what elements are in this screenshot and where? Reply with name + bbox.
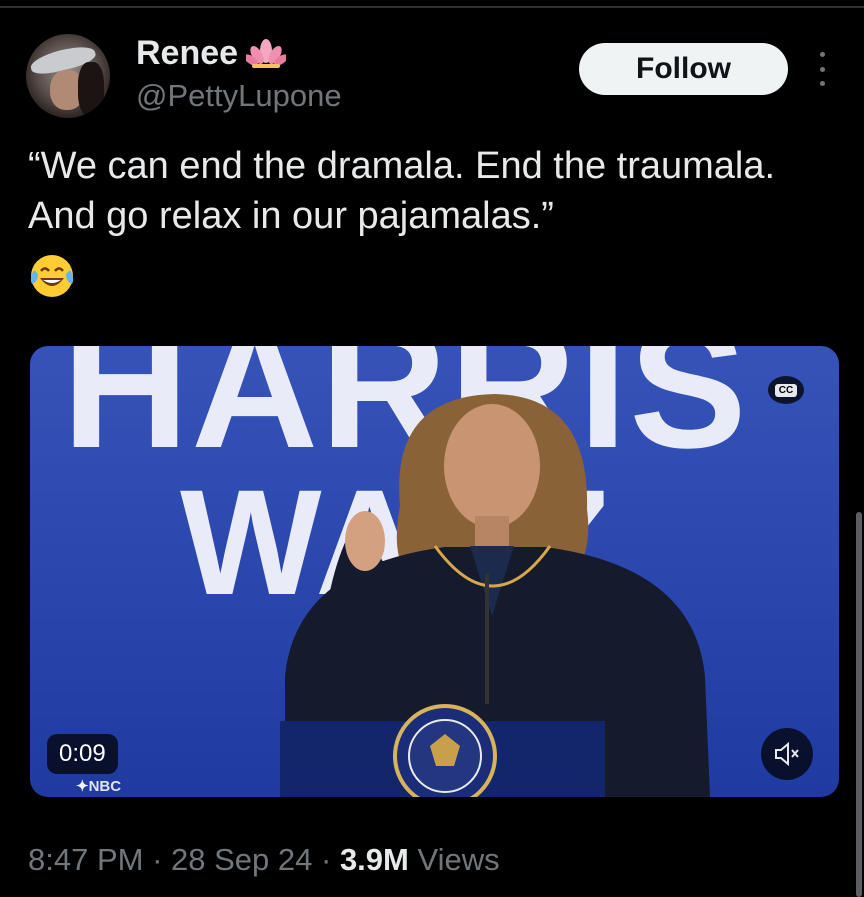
nbc-watermark: ✦NBC [76, 777, 121, 795]
user-name-text: Renee [136, 34, 239, 72]
lotus-icon [246, 38, 287, 68]
tweet-meta: 8:47 PM · 28 Sep 24 · 3.9M Views [28, 842, 500, 878]
nbc-watermark-text: NBC [88, 778, 122, 795]
face-with-tears-of-joy-icon [30, 255, 74, 297]
top-divider [0, 6, 864, 8]
video-duration: 0:09 [47, 734, 118, 774]
tweet-date[interactable]: 28 Sep 24 [171, 842, 312, 877]
mute-button[interactable] [761, 728, 813, 780]
views-count: 3.9M [339, 842, 409, 877]
video-player[interactable]: HARRIS WALZ CC 0:09 ✦NBC [30, 346, 839, 797]
captions-label: CC [774, 383, 798, 397]
more-vertical-icon[interactable] [812, 52, 832, 86]
meta-separator: · [312, 842, 340, 877]
user-handle[interactable]: @PettyLupone [136, 78, 342, 114]
tweet-text: “We can end the dramala. End the traumal… [28, 145, 776, 237]
avatar[interactable] [26, 34, 110, 118]
speaker-figure [280, 394, 710, 797]
meta-separator: · [143, 842, 172, 877]
follow-button[interactable]: Follow [579, 43, 788, 95]
views-label: Views [408, 842, 500, 877]
user-name[interactable]: Renee [136, 34, 287, 73]
tweet-time[interactable]: 8:47 PM [28, 842, 143, 877]
avatar-hair [78, 62, 104, 116]
speaker-muted-icon [775, 741, 799, 767]
captions-button[interactable]: CC [768, 376, 804, 404]
scrollbar[interactable] [856, 512, 862, 897]
peacock-logo-icon: ✦ [76, 778, 89, 795]
